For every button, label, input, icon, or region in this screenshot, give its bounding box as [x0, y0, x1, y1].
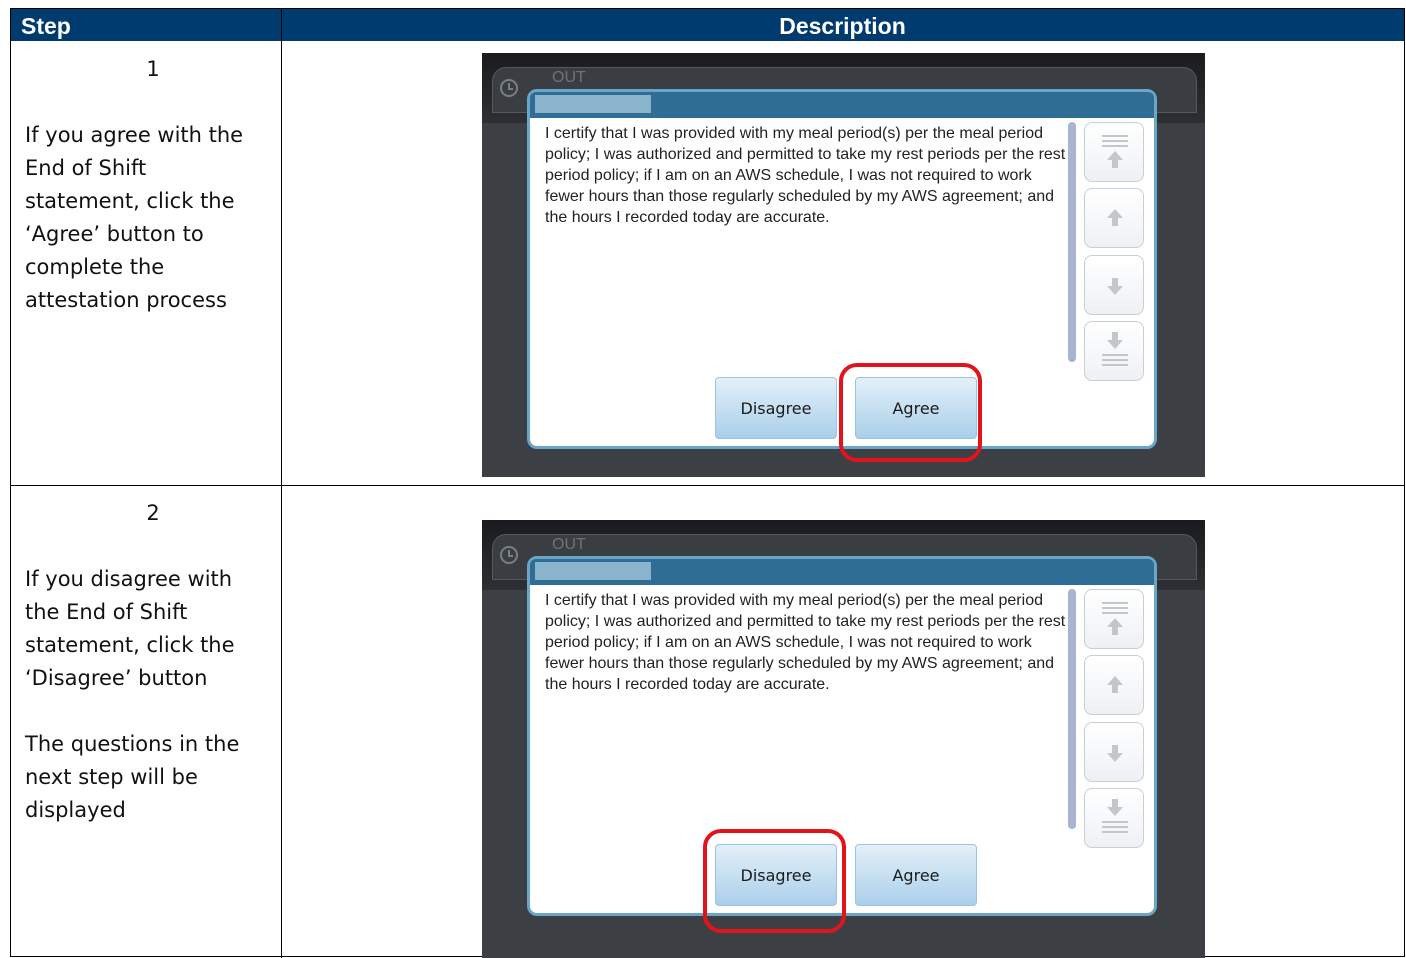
- clock-icon: [500, 79, 518, 97]
- dialog-title-bar: [530, 92, 1154, 118]
- arrow-up-icon: [1107, 676, 1123, 685]
- header-description: Description: [779, 13, 906, 39]
- clock-icon: [500, 546, 518, 564]
- agree-button[interactable]: Agree: [855, 844, 977, 906]
- scrollbar[interactable]: [1068, 589, 1076, 829]
- double-arrow-up-icon: [1107, 151, 1123, 160]
- device-screenshot-2: OUT I certify that I was provided with m…: [482, 520, 1205, 958]
- step-number: 1: [146, 57, 160, 81]
- status-label: OUT: [552, 536, 586, 553]
- double-arrow-down-icon: [1107, 340, 1123, 349]
- attestation-statement: I certify that I was provided with my me…: [545, 592, 1066, 693]
- redacted-title: [535, 95, 651, 113]
- double-arrow-down-icon: [1107, 807, 1123, 816]
- step-cell-1: 1 If you agree with the End of Shift sta…: [11, 41, 281, 317]
- disagree-button[interactable]: Disagree: [715, 377, 837, 439]
- step-cell-2: 2 If you disagree with the End of Shift …: [11, 485, 281, 827]
- header-step: Step: [21, 13, 71, 39]
- arrow-down-icon: [1107, 286, 1123, 295]
- scroll-bottom-button[interactable]: [1084, 788, 1144, 848]
- disagree-highlight: [703, 829, 846, 933]
- attestation-statement: I certify that I was provided with my me…: [545, 125, 1066, 226]
- arrow-down-icon: [1107, 753, 1123, 762]
- scroll-up-button[interactable]: [1084, 655, 1144, 715]
- step-note: The questions in the next step will be d…: [25, 732, 240, 822]
- double-arrow-up-icon: [1107, 618, 1123, 627]
- instruction-table: Step Description 1 If you agree with the…: [10, 8, 1405, 958]
- step-number: 2: [146, 501, 160, 525]
- status-label: OUT: [552, 69, 586, 86]
- scroll-down-button[interactable]: [1084, 255, 1144, 315]
- step-instruction: If you agree with the End of Shift state…: [25, 123, 244, 312]
- scroll-bottom-button[interactable]: [1084, 321, 1144, 381]
- scroll-top-button[interactable]: [1084, 122, 1144, 182]
- table-header-row: Step Description: [11, 9, 1404, 41]
- scroll-up-button[interactable]: [1084, 188, 1144, 248]
- step-instruction: If you disagree with the End of Shift st…: [25, 567, 235, 690]
- column-divider: [281, 41, 282, 958]
- scroll-top-button[interactable]: [1084, 589, 1144, 649]
- device-screenshot-1: OUT I certify that I was provided with m…: [482, 53, 1205, 477]
- scroll-down-button[interactable]: [1084, 722, 1144, 782]
- scrollbar[interactable]: [1068, 122, 1076, 362]
- arrow-up-icon: [1107, 209, 1123, 218]
- redacted-title: [535, 562, 651, 580]
- agree-highlight: [839, 363, 982, 462]
- dialog-title-bar: [530, 559, 1154, 585]
